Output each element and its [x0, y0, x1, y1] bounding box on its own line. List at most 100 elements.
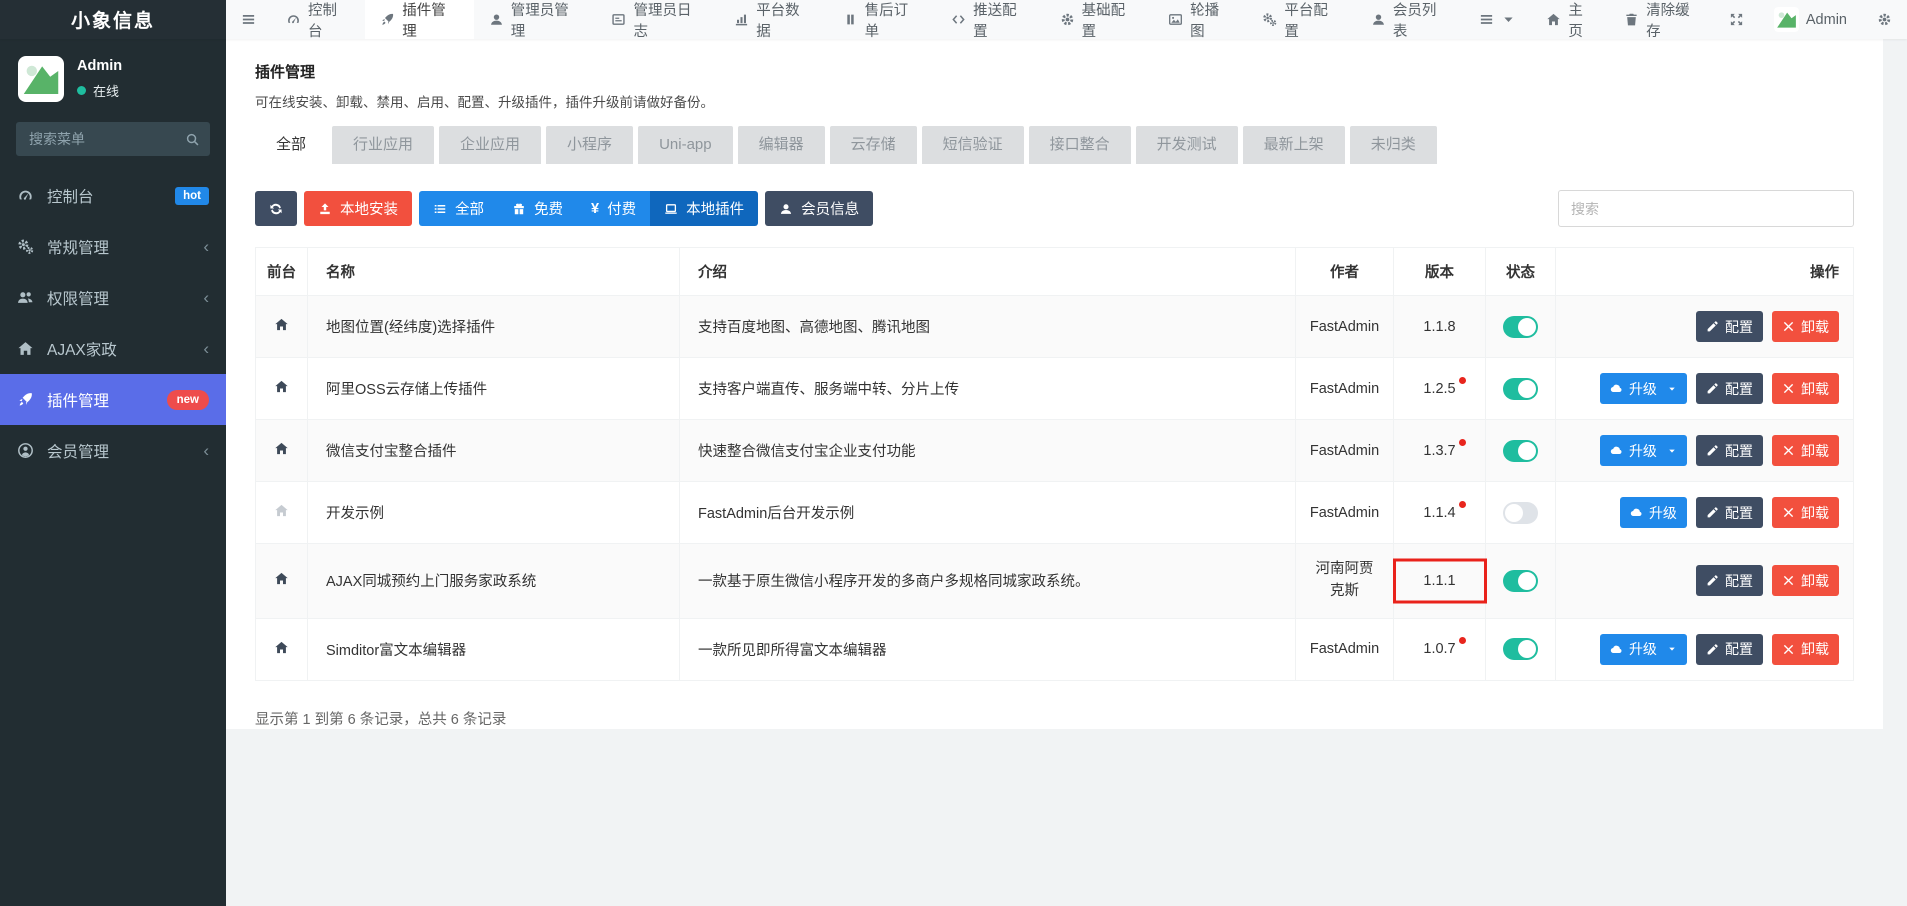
uninstall-button[interactable]: 卸载 [1772, 311, 1839, 342]
sidebar-toggle-button[interactable] [226, 0, 271, 39]
config-button[interactable]: 配置 [1696, 373, 1763, 404]
topnav-member-list[interactable]: 会员列表 [1356, 0, 1464, 39]
topnav-carousel[interactable]: 轮播图 [1153, 0, 1247, 39]
uninstall-button[interactable]: 卸载 [1772, 565, 1839, 596]
topnav-fullscreen[interactable] [1714, 0, 1759, 39]
page-subtitle: 可在线安装、卸载、禁用、启用、配置、升级插件，插件升级前请做好备份。 [255, 91, 1854, 111]
update-dot [1459, 501, 1466, 508]
uninstall-button[interactable]: 卸载 [1772, 497, 1839, 528]
plugin-author: FastAdmin [1296, 482, 1394, 544]
enable-toggle[interactable] [1503, 502, 1538, 524]
member-info-button[interactable]: 会员信息 [765, 191, 873, 226]
sidebar-item-dashboard[interactable]: 控制台hot [0, 170, 226, 221]
sidebar-menu-search-input[interactable] [16, 122, 210, 156]
sidebar-item-plugin-management[interactable]: 插件管理new [0, 374, 226, 425]
tab-api[interactable]: 接口整合 [1029, 126, 1131, 164]
top-navbar: 小象信息 控制台 插件管理 管理员管理 管理员日志 平台数据 售后订单 推送配置… [0, 0, 1907, 39]
uninstall-button[interactable]: 卸载 [1772, 435, 1839, 466]
enable-toggle[interactable] [1503, 378, 1538, 400]
tab-all[interactable]: 全部 [255, 126, 327, 164]
filter-all-button[interactable]: 全部 [419, 191, 498, 226]
update-dot [1459, 439, 1466, 446]
bar-chart-icon [734, 12, 749, 27]
topnav-aftersale-orders[interactable]: 售后订单 [828, 0, 936, 39]
enable-toggle[interactable] [1503, 440, 1538, 462]
uninstall-button[interactable]: 卸载 [1772, 373, 1839, 404]
tab-newest[interactable]: 最新上架 [1243, 126, 1345, 164]
config-button[interactable]: 配置 [1696, 634, 1763, 665]
refresh-button[interactable] [255, 191, 297, 226]
home-icon [274, 503, 289, 518]
col-name: 名称 [308, 248, 680, 296]
upgrade-button[interactable]: 升级 [1620, 497, 1687, 528]
record-count-summary: 显示第 1 到第 6 条记录，总共 6 条记录 [255, 708, 1854, 729]
plugin-name: 微信支付宝整合插件 [308, 420, 680, 482]
filter-paid-button[interactable]: ¥付费 [577, 191, 650, 226]
sidebar-item-member-management[interactable]: 会员管理‹ [0, 425, 226, 476]
topnav-dashboard[interactable]: 控制台 [271, 0, 365, 39]
cloud-icon [1610, 444, 1623, 457]
topnav-platform-config[interactable]: 平台配置 [1247, 0, 1355, 39]
upgrade-button[interactable]: 升级 [1600, 373, 1687, 404]
table-row: 开发示例 FastAdmin后台开发示例 FastAdmin 1.1.4 升级 … [256, 482, 1854, 544]
home-icon [1546, 12, 1561, 27]
tab-editor[interactable]: 编辑器 [738, 126, 825, 164]
sidebar-item-ajax-housekeeping[interactable]: AJAX家政‹ [0, 323, 226, 374]
col-frontend: 前台 [256, 248, 308, 296]
config-button[interactable]: 配置 [1696, 565, 1763, 596]
tab-sms[interactable]: 短信验证 [922, 126, 1024, 164]
tab-uncategorized[interactable]: 未归类 [1350, 126, 1437, 164]
plugin-version: 1.1.8 [1423, 319, 1455, 335]
col-status: 状态 [1486, 248, 1556, 296]
table-search-input[interactable] [1558, 190, 1854, 227]
topnav-clear-cache[interactable]: 清除缓存 [1609, 0, 1714, 39]
chevron-left-icon: ‹ [203, 340, 209, 357]
filter-free-button[interactable]: 免费 [498, 191, 577, 226]
tab-industry[interactable]: 行业应用 [332, 126, 434, 164]
local-install-button[interactable]: 本地安装 [304, 191, 412, 226]
x-icon [1782, 506, 1795, 519]
enable-toggle[interactable] [1503, 316, 1538, 338]
home-icon [274, 571, 289, 586]
plugin-intro: 快速整合微信支付宝企业支付功能 [680, 420, 1296, 482]
topnav-platform-data[interactable]: 平台数据 [719, 0, 827, 39]
topnav-plugin-management[interactable]: 插件管理 [365, 0, 473, 39]
tab-dev-test[interactable]: 开发测试 [1136, 126, 1238, 164]
uninstall-button[interactable]: 卸载 [1772, 634, 1839, 665]
topnav-admin-log[interactable]: 管理员日志 [596, 0, 719, 39]
topnav-push-config[interactable]: 推送配置 [936, 0, 1044, 39]
app-logo[interactable]: 小象信息 [0, 0, 226, 39]
tab-uniapp[interactable]: Uni-app [638, 126, 733, 164]
main-content: 插件管理 可在线安装、卸载、禁用、启用、配置、升级插件，插件升级前请做好备份。 … [226, 39, 1907, 906]
tab-miniprogram[interactable]: 小程序 [546, 126, 633, 164]
plugin-name: Simditor富文本编辑器 [308, 618, 680, 680]
user-icon [489, 12, 504, 27]
upgrade-button[interactable]: 升级 [1600, 435, 1687, 466]
topnav-menu-dropdown[interactable] [1464, 0, 1531, 39]
config-button[interactable]: 配置 [1696, 497, 1763, 528]
tab-cloud-storage[interactable]: 云存储 [830, 126, 917, 164]
topnav-admin-management[interactable]: 管理员管理 [474, 0, 597, 39]
sidebar-item-general-management[interactable]: 常规管理‹ [0, 221, 226, 272]
filter-local-plugins-button[interactable]: 本地插件 [650, 191, 758, 226]
config-button[interactable]: 配置 [1696, 435, 1763, 466]
plugin-name: AJAX同城预约上门服务家政系统 [308, 544, 680, 619]
topnav-homepage[interactable]: 主页 [1531, 0, 1609, 39]
topnav-basic-config[interactable]: 基础配置 [1045, 0, 1153, 39]
plugin-version: 1.2.5 [1423, 381, 1455, 397]
topnav-settings[interactable] [1862, 0, 1907, 39]
refresh-icon [269, 202, 283, 216]
enable-toggle[interactable] [1503, 638, 1538, 660]
table-row: AJAX同城预约上门服务家政系统 一款基于原生微信小程序开发的多商户多规格同城家… [256, 544, 1854, 619]
config-button[interactable]: 配置 [1696, 311, 1763, 342]
enable-toggle[interactable] [1503, 570, 1538, 592]
sidebar-item-auth-management[interactable]: 权限管理‹ [0, 272, 226, 323]
username-label: Admin [1806, 12, 1847, 28]
table-row: 地图位置(经纬度)选择插件 支持百度地图、高德地图、腾讯地图 FastAdmin… [256, 296, 1854, 358]
tab-enterprise[interactable]: 企业应用 [439, 126, 541, 164]
list-icon [433, 202, 447, 216]
topnav-user-menu[interactable]: Admin [1759, 0, 1862, 39]
pause-icon [843, 12, 858, 27]
upgrade-button[interactable]: 升级 [1600, 634, 1687, 665]
pencil-icon [1706, 574, 1719, 587]
